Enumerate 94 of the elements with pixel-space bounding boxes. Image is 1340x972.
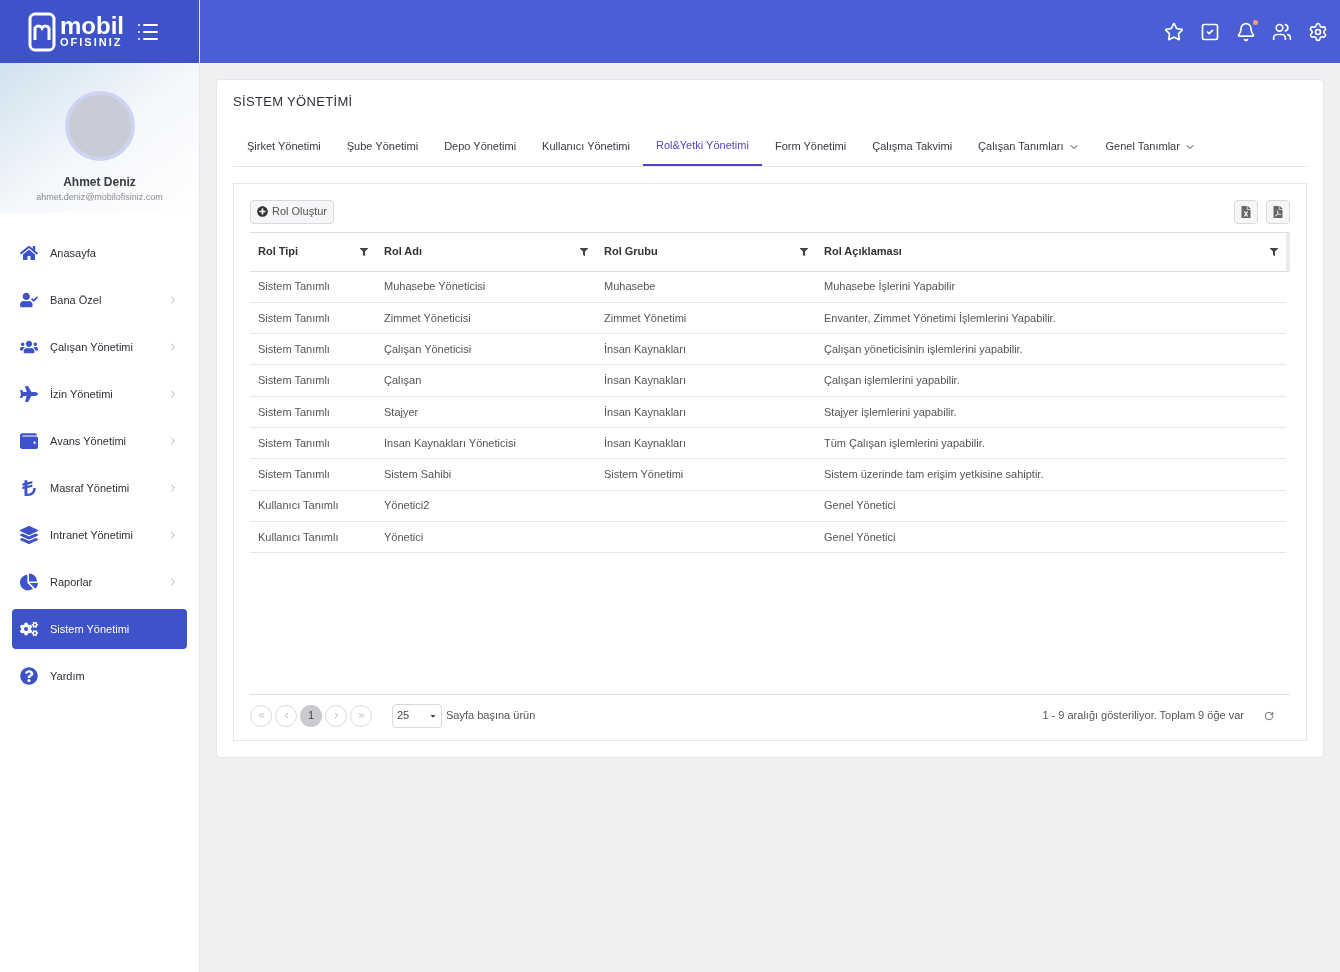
- table-cell-text: İnsan Kaynakları: [604, 373, 686, 389]
- table-cell-text: Insan Kaynakları Yöneticisi: [384, 435, 516, 451]
- refresh-icon[interactable]: [1264, 710, 1274, 721]
- table-cell-text: Stajyer: [384, 404, 419, 420]
- notification-icon[interactable]: [1236, 21, 1256, 42]
- tab[interactable]: Çalışan Tanımları: [965, 127, 1093, 166]
- table-cell-text: Tüm Çalışan işlemlerini yapabilir.: [824, 435, 985, 451]
- column-header: Rol Tipi: [258, 244, 299, 260]
- table-cell-text: Sistem Tanımlı: [258, 310, 330, 326]
- table-cell-text: Çalışan Yöneticisi: [384, 342, 472, 357]
- table-cell-text: Muhasebe: [604, 279, 656, 295]
- table-cell-text: Sistem Tanımlı: [258, 373, 330, 389]
- table-cell-text: Muhasebe Yöneticisi: [384, 279, 486, 295]
- table-cell-text: Sistem Tanımlı: [258, 435, 330, 451]
- sidebar-item[interactable]: Raporlar: [12, 562, 187, 602]
- table-cell-text: Genel Yönetici: [824, 498, 896, 514]
- layers-icon: [20, 526, 38, 544]
- table-cell-text: Sistem Tanımlı: [258, 467, 330, 483]
- sidebar-item[interactable]: Intranet Yönetimi: [12, 515, 187, 555]
- table-cell-text: Zimmet Yönetimi: [604, 310, 687, 326]
- create-role-button[interactable]: Rol Oluştur: [250, 199, 335, 224]
- filter-icon[interactable]: [360, 247, 368, 256]
- users-icon: [20, 338, 38, 356]
- house-icon: [20, 244, 38, 262]
- table-cell-text: Yönetici: [384, 529, 424, 545]
- excel-export-button[interactable]: [1234, 199, 1258, 224]
- table-cell-text: Muhasebe İşlerini Yapabilir: [824, 279, 956, 295]
- tab[interactable]: Depo Yönetimi: [431, 127, 530, 166]
- sidebar-item[interactable]: Masraf Yönetimi: [12, 468, 187, 508]
- table-cell-text: Sistem Tanımlı: [258, 342, 330, 357]
- lira-icon: [20, 479, 38, 497]
- table-cell-text: Yönetici2: [384, 498, 430, 514]
- sidebar-item[interactable]: Çalışan Yönetimi: [12, 327, 187, 367]
- table-cell-text: Sistem Yönetimi: [604, 467, 684, 483]
- first-page-icon: [256, 711, 266, 720]
- settings-icon[interactable]: [1308, 21, 1328, 42]
- page-title: SİSTEM YÖNETİMİ: [233, 93, 354, 111]
- column-header: Rol Açıklaması: [824, 244, 902, 260]
- table-cell-text: Genel Yönetici: [824, 529, 896, 545]
- sidebar-item[interactable]: Anasayfa: [12, 233, 187, 273]
- gears-icon: [20, 620, 38, 638]
- table-cell-text: İnsan Kaynakları: [604, 342, 686, 357]
- pager-summary: 1 - 9 aralığı gösteriliyor. Toplam 9 öğe var: [1042, 708, 1244, 724]
- tab[interactable]: Şirket Yönetimi: [234, 127, 334, 166]
- table-cell-text: Çalışan işlemlerini yapabilir.: [824, 373, 960, 389]
- sidebar-item[interactable]: Avans Yönetimi: [12, 421, 187, 461]
- tab[interactable]: Form Yönetimi: [761, 127, 860, 166]
- tab[interactable]: Kullanıcı Yönetimi: [529, 127, 643, 166]
- tab[interactable]: Rol&Yetki Yönetimi: [642, 127, 762, 166]
- tab[interactable]: Şube Yönetimi: [333, 127, 432, 166]
- filter-icon[interactable]: [1270, 247, 1278, 256]
- tab[interactable]: Çalışma Takvimi: [859, 127, 966, 166]
- table-cell-text: İnsan Kaynakları: [604, 435, 686, 451]
- pdf-file-icon: [1272, 205, 1284, 218]
- user-check-icon: [20, 291, 38, 309]
- table-cell-text: Sistem Sahibi: [384, 467, 452, 483]
- sidebar-item[interactable]: Yardım: [12, 656, 187, 696]
- logo-subtitle: OFISINIZ: [60, 37, 124, 48]
- column-header: Rol Adı: [384, 244, 423, 260]
- sidebar-item[interactable]: Bana Özel: [12, 280, 187, 320]
- help-icon: [20, 667, 38, 685]
- pdf-export-button[interactable]: [1266, 199, 1290, 224]
- table-cell-text: İnsan Kaynakları: [604, 404, 686, 420]
- phone-logo-icon: [28, 11, 56, 52]
- table-cell-text: Kullanıcı Tanımlı: [258, 498, 339, 514]
- tab[interactable]: Genel Tanımlar: [1092, 127, 1209, 166]
- page-button[interactable]: 1: [300, 704, 322, 727]
- plane-icon: [20, 385, 38, 403]
- users-icon[interactable]: [1272, 21, 1292, 42]
- last-page-icon: [356, 711, 366, 720]
- table-cell-text: Sistem Tanımlı: [258, 279, 330, 295]
- table-cell-text: Zimmet Yöneticisi: [384, 310, 471, 326]
- filter-icon[interactable]: [580, 247, 588, 256]
- table-cell-text: Sistem üzerinde tam erişim yetkisine sahiptir.: [824, 467, 1044, 483]
- table-cell-text: Stajyer işlemlerini yapabilir.: [824, 404, 957, 420]
- logo-wordmark: mobil: [60, 15, 124, 37]
- checkbox-icon[interactable]: [1200, 21, 1220, 42]
- spreadsheet-file-icon: [1240, 205, 1252, 218]
- wallet-icon: [20, 432, 38, 450]
- filter-icon[interactable]: [800, 247, 808, 256]
- pie-chart-icon: [20, 573, 38, 591]
- sidebar-item[interactable]: Sistem Yönetimi: [12, 609, 187, 649]
- table-cell-text: Çalışan: [384, 373, 422, 389]
- table-cell-text: Çalışan yöneticisinin işlemlerini yapabilir.: [824, 342, 1023, 357]
- star-icon[interactable]: [1164, 21, 1184, 42]
- table-cell-text: Envanter, Zimmet Yönetimi İşlemlerini Yapabilir.: [824, 310, 1056, 326]
- column-header: Rol Grubu: [604, 244, 658, 260]
- page-size-select[interactable]: 25: [392, 703, 442, 728]
- table-cell-text: Sistem Tanımlı: [258, 404, 330, 420]
- table-cell-text: Kullanıcı Tanımlı: [258, 529, 339, 545]
- profile-name: Ahmet Deniz: [63, 174, 136, 191]
- page-size-label: Sayfa başına ürün: [446, 708, 536, 724]
- profile-email: ahmet.deniz@mobilofisiniz.com: [36, 191, 163, 204]
- sidebar-item[interactable]: İzin Yönetimi: [12, 374, 187, 414]
